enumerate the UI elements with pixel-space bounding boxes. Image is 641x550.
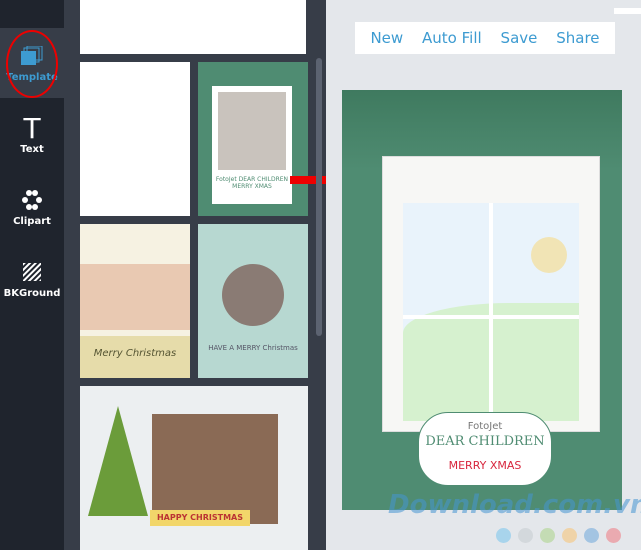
swatch[interactable] <box>584 528 599 543</box>
text-icon: T <box>23 111 41 145</box>
swatch[interactable] <box>496 528 511 543</box>
card-brand: FotoJet <box>467 421 503 432</box>
sidebar-item-label: BKGround <box>3 288 61 299</box>
swatch[interactable] <box>562 528 577 543</box>
thumb-text: HAPPY CHRISTMAS <box>150 510 250 526</box>
card-title: DEAR CHILDREN <box>425 434 545 449</box>
template-thumb-blank[interactable] <box>80 62 190 216</box>
top-bar <box>614 8 641 14</box>
template-thumb-blank-wide[interactable] <box>80 0 306 54</box>
share-button[interactable]: Share <box>556 29 599 47</box>
photo-placeholder[interactable] <box>403 203 579 421</box>
clipart-icon <box>21 187 43 213</box>
template-thumb-have-a-merry[interactable]: HAVE A MERRY Christmas <box>198 224 308 378</box>
template-panel: FotoJet DEAR CHILDREN MERRY XMAS Merry C… <box>64 0 360 550</box>
auto-fill-button[interactable]: Auto Fill <box>422 29 482 47</box>
highlight-circle <box>6 30 58 98</box>
sidebar-item-label: Text <box>20 144 44 155</box>
toolbar: New Auto Fill Save Share <box>355 22 615 54</box>
template-thumb-merry-christmas[interactable]: Merry Christmas <box>80 224 190 378</box>
swatch[interactable] <box>540 528 555 543</box>
thumb-text: Merry Christmas <box>80 336 190 378</box>
save-button[interactable]: Save <box>501 29 538 47</box>
thumb-text: FotoJet DEAR CHILDREN MERRY XMAS <box>215 176 289 190</box>
swatch[interactable] <box>518 528 533 543</box>
color-swatches <box>496 528 621 543</box>
sidebar-item-label: Clipart <box>13 216 51 227</box>
card-label: FotoJet DEAR CHILDREN MERRY XMAS <box>418 412 552 486</box>
card-subtitle: MERRY XMAS <box>448 459 522 472</box>
sidebar-item-bkground[interactable]: BKGround <box>0 244 64 314</box>
thumb-text: HAVE A MERRY Christmas <box>208 344 298 352</box>
sidebar-item-text[interactable]: T Text <box>0 100 64 170</box>
sidebar-item-clipart[interactable]: Clipart <box>0 172 64 242</box>
window-frame <box>382 156 600 432</box>
template-thumb-happy-christmas[interactable]: HAPPY CHRISTMAS <box>80 386 308 550</box>
watermark: Download.com.vn <box>388 490 641 520</box>
panel-scrollbar[interactable] <box>316 58 322 336</box>
swatch[interactable] <box>606 528 621 543</box>
new-button[interactable]: New <box>370 29 403 47</box>
sidebar: Template T Text Clipart BKGround <box>0 0 64 550</box>
card-preview: FotoJet DEAR CHILDREN MERRY XMAS <box>342 90 622 510</box>
background-icon <box>23 259 41 285</box>
